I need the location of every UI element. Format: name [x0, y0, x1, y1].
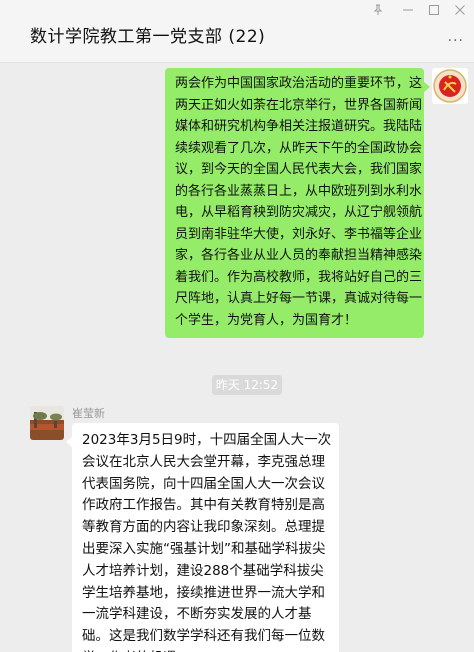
incoming-message-bubble[interactable]: 2023年3月5日9时，十四届全国人大一次会议在北京人民大会堂开幕，李克强总理代… [66, 423, 339, 652]
party-emblem-avatar-icon [432, 68, 468, 104]
sender-name: 崔莹新 [72, 407, 105, 420]
chat-header: 数计学院教工第一党支部 (22) ··· [0, 0, 474, 63]
pin-icon[interactable] [368, 4, 388, 20]
incoming-message-text: 2023年3月5日9时，十四届全国人大一次会议在北京人民大会堂开幕，李克强总理代… [82, 432, 332, 652]
timestamp-chip: 昨天 12:52 [212, 375, 282, 395]
close-icon[interactable] [450, 4, 470, 20]
landscape-avatar-icon [30, 406, 64, 440]
outgoing-message-text: 两会作为中国国家政治活动的重要环节，这两天正如火如荼在北京举行，世界各国新闻媒体… [175, 76, 423, 328]
minimize-icon[interactable] [398, 4, 418, 20]
outgoing-message-bubble[interactable]: 两会作为中国国家政治活动的重要环节，这两天正如火如荼在北京举行，世界各国新闻媒体… [165, 68, 430, 338]
maximize-icon[interactable] [424, 4, 444, 20]
avatar[interactable] [432, 68, 468, 104]
message-list[interactable]: 两会作为中国国家政治活动的重要环节，这两天正如火如荼在北京举行，世界各国新闻媒体… [0, 63, 474, 652]
sender-avatar[interactable] [30, 406, 64, 440]
chat-title: 数计学院教工第一党支部 (22) [30, 27, 266, 47]
more-options-icon[interactable]: ··· [448, 33, 464, 49]
